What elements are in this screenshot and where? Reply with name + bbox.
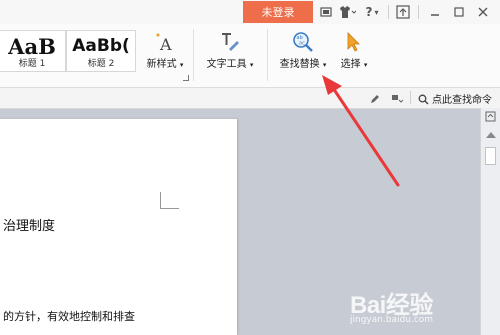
style-label: 标题 2 [87,59,115,69]
close-icon[interactable] [476,4,490,20]
style-heading-2[interactable]: AaBb( 标题 2 [66,30,136,72]
ribbon-toolbar: AaB 标题 1 AaBb( 标题 2 A 新样式 ▾ 文字工具 ▾ ab ac … [0,24,500,88]
text-tool-label: 文字工具 [206,59,247,70]
help-label: ? [365,5,373,19]
new-style-button[interactable]: A 新样式 ▾ [142,29,188,73]
document-page[interactable]: 治理制度 的方针，有效地控制和排查 [0,119,237,335]
separator [410,91,411,104]
find-replace-icon: ab ac [291,29,315,55]
separator [418,5,419,19]
tshirt-icon[interactable] [337,4,357,20]
new-style-label: 新样式 [146,59,177,70]
find-command-input[interactable]: 点此查找命令 [432,91,492,106]
toolbar-options-icon[interactable] [390,91,404,107]
style-heading-1[interactable]: AaB 标题 1 [0,30,66,72]
document-text-line: 的方针，有效地控制和排查 [3,310,135,323]
scrollbar-menu-icon[interactable] [484,111,497,122]
document-text-line: 治理制度 [3,219,56,234]
text-tool-icon [219,29,241,55]
style-preview: AaBb( [72,36,130,56]
style-label: 标题 1 [18,59,46,69]
restore-icon[interactable] [452,4,466,20]
watermark-url: jingyan.baidu.com [350,315,434,325]
select-button[interactable]: 选择 ▾ [336,29,372,73]
group-separator [193,29,194,81]
help-icon[interactable]: ? ▾ [362,4,382,20]
svg-text:ac: ac [299,41,305,47]
edit-icon[interactable] [369,91,381,107]
text-tool-button[interactable]: 文字工具 ▾ [201,29,259,73]
find-replace-label: 查找替换 [279,59,320,70]
command-search-bar: 点此查找命令 [0,88,500,109]
new-style-icon: A [153,29,177,55]
search-icon[interactable] [417,91,429,107]
skin-icon[interactable] [319,4,333,20]
title-bar: 未登录 ? ▾ [0,0,500,25]
svg-text:A: A [159,35,172,53]
group-separator [267,29,268,81]
separator [388,5,389,19]
baidu-watermark-logo: Bai经验 jingyan.baidu.com [350,283,500,335]
dialog-launcher-icon[interactable] [183,75,189,81]
cursor-arrow-icon [345,29,363,55]
find-replace-button[interactable]: ab ac 查找替换 ▾ [273,29,333,73]
scroll-up-arrow-icon[interactable] [486,132,496,138]
margin-corner-mark [160,192,179,209]
minimize-icon[interactable] [428,4,442,20]
upload-icon[interactable] [395,4,411,20]
scrollbar-thumb[interactable] [485,147,496,165]
select-label: 选择 [340,59,361,70]
login-button[interactable]: 未登录 [243,1,313,23]
